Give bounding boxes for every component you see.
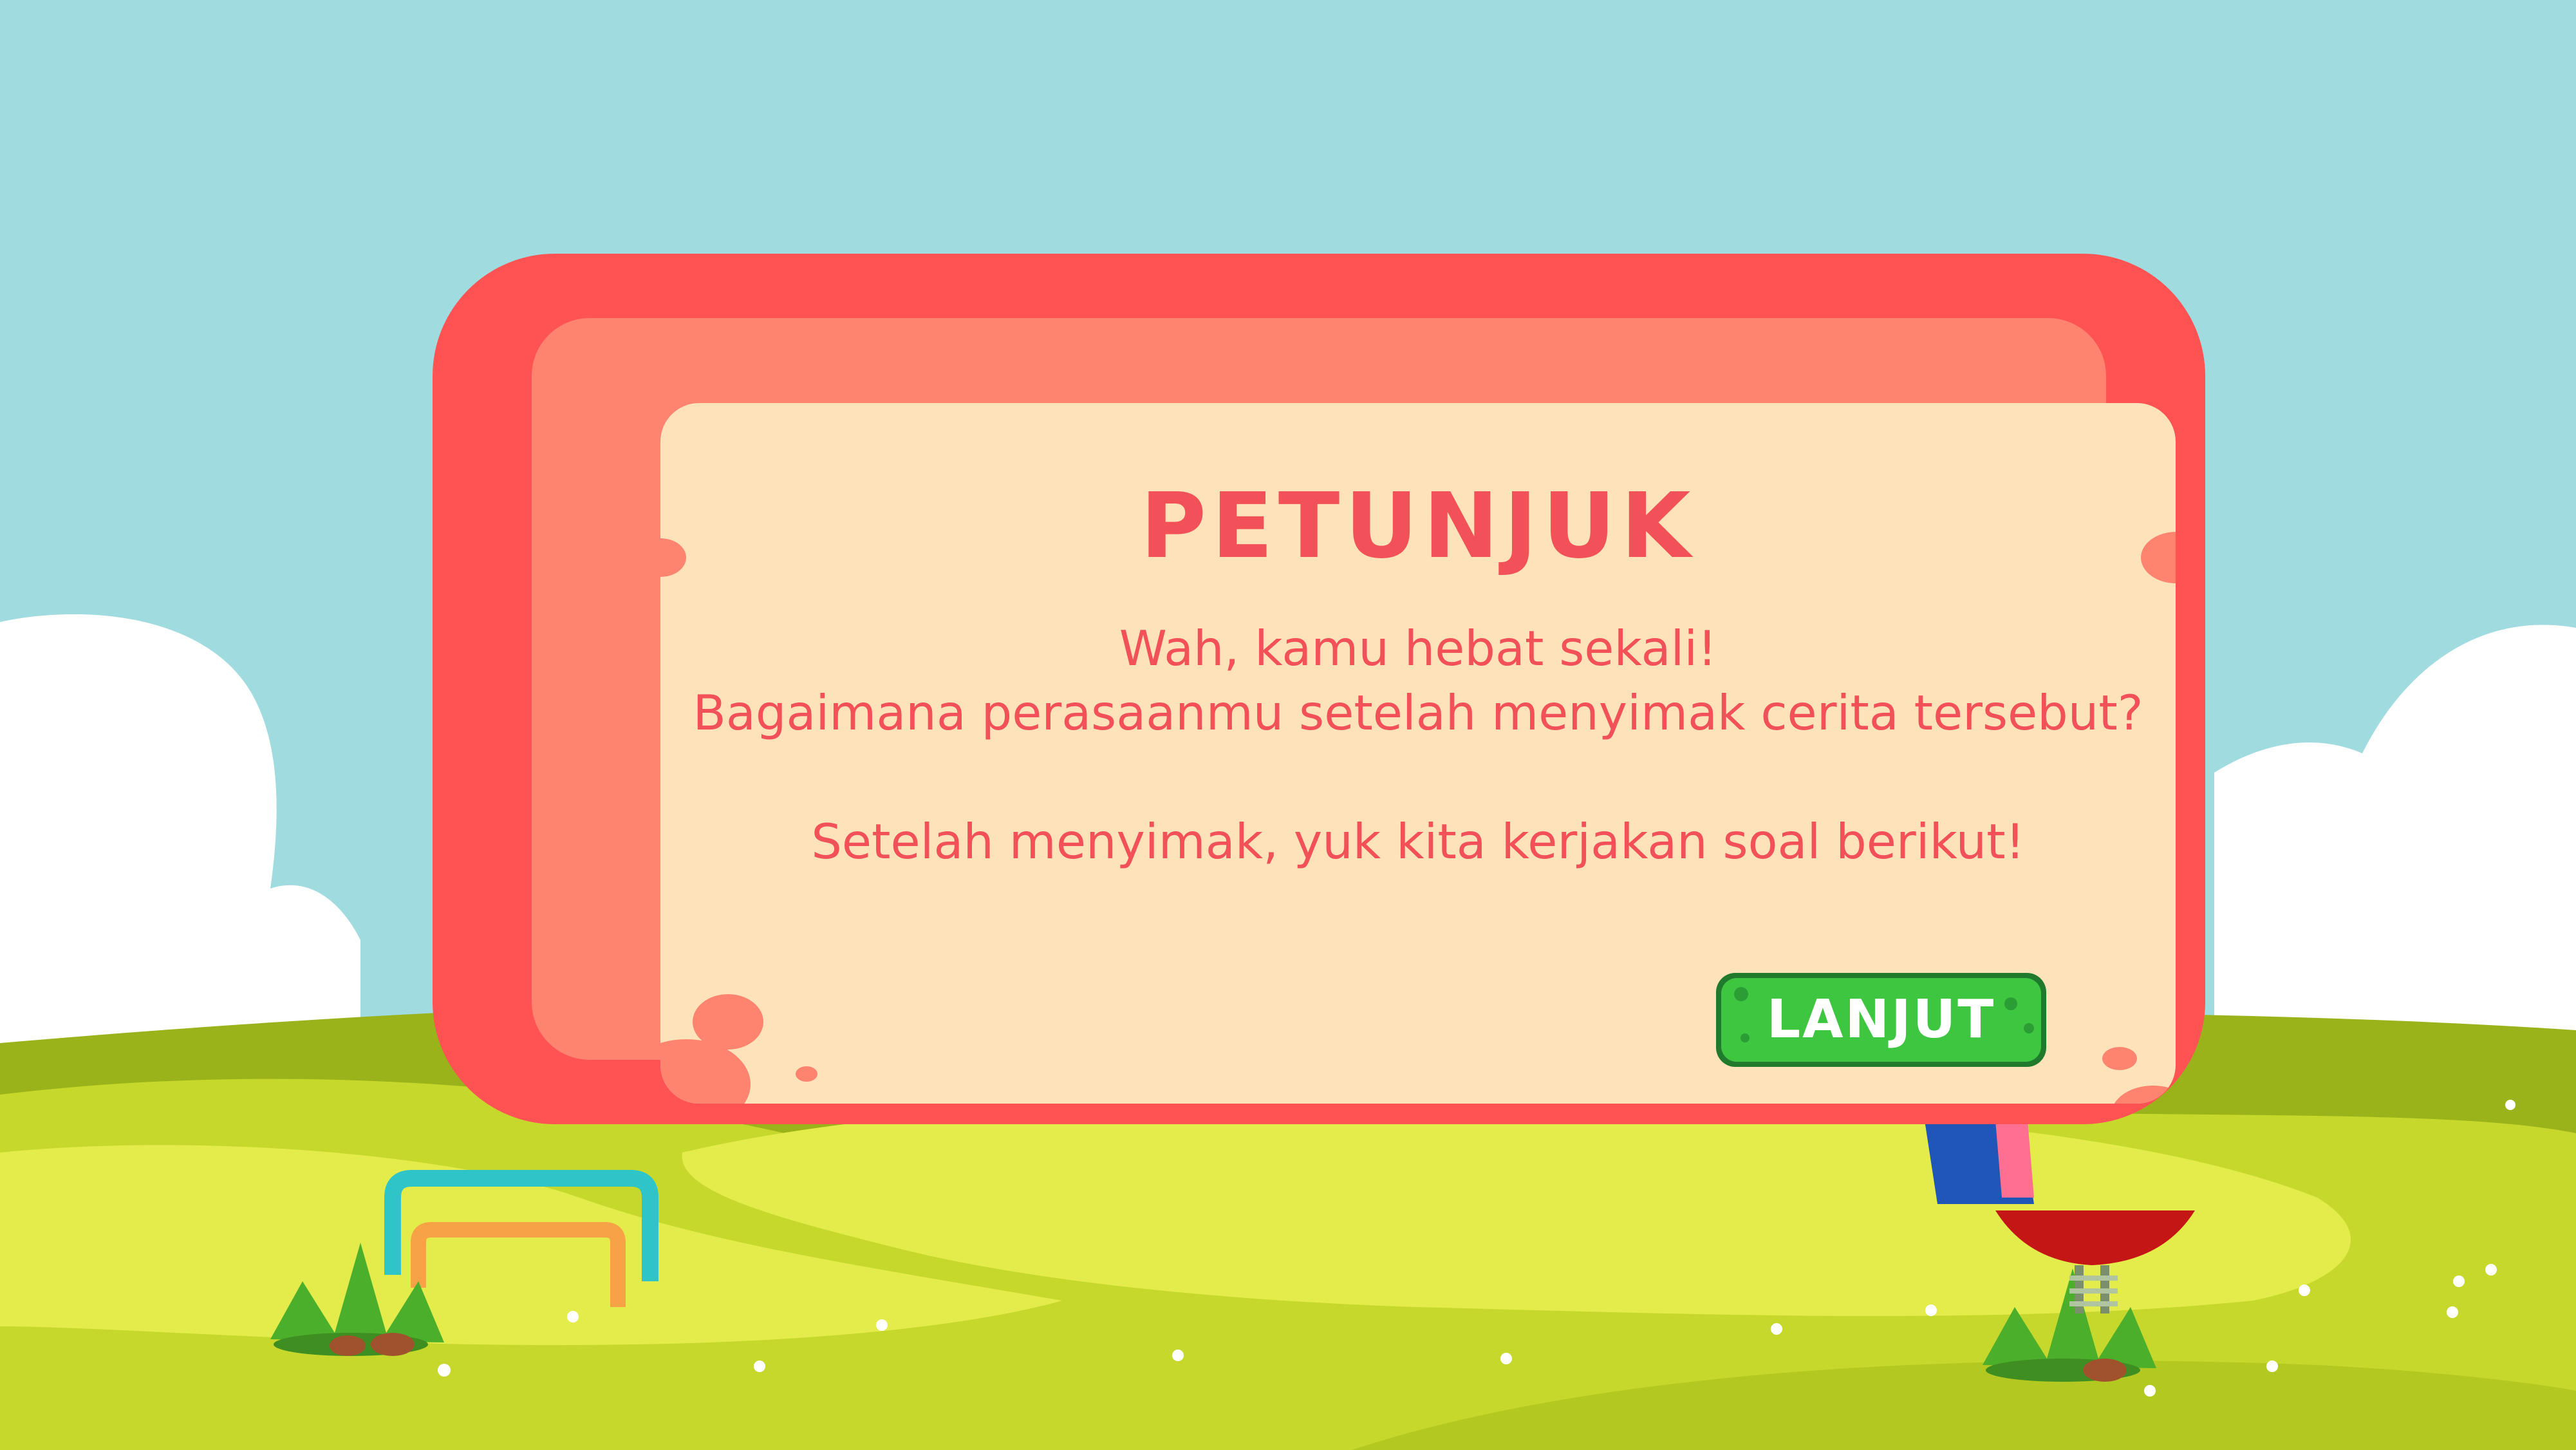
- panel-title: PETUNJUK: [1140, 474, 1696, 579]
- button-decor-spot: [2004, 997, 2017, 1010]
- panel-decor-dot: [796, 1066, 817, 1082]
- message-line-2: Bagaimana perasaanmu setelah menyimak ce…: [693, 684, 2143, 741]
- button-decor-spot: [1734, 987, 1748, 1001]
- message-line-1: Wah, kamu hebat sekali!: [1119, 620, 1717, 677]
- panel-decor-dot: [660, 1039, 751, 1104]
- panel-frame: PETUNJUK Wah, kamu hebat sekali! Bagaima…: [532, 318, 2176, 1104]
- button-decor-spot: [1741, 1033, 1750, 1042]
- instruction-panel: PETUNJUK Wah, kamu hebat sekali! Bagaima…: [433, 254, 2205, 1124]
- lanjut-button[interactable]: LANJUT: [1716, 973, 2046, 1067]
- message-line-3: Setelah menyimak, yuk kita kerjakan soal…: [811, 813, 2025, 870]
- button-decor-spot: [2024, 1023, 2034, 1033]
- lanjut-button-face[interactable]: LANJUT: [1721, 978, 2041, 1062]
- panel-content: PETUNJUK Wah, kamu hebat sekali! Bagaima…: [660, 403, 2176, 1104]
- lanjut-button-label: LANJUT: [1766, 989, 1996, 1050]
- game-scene: PETUNJUK Wah, kamu hebat sekali! Bagaima…: [0, 0, 2576, 1450]
- panel-decor-dot: [2102, 1047, 2137, 1070]
- panel-decor-dot: [2111, 1086, 2176, 1104]
